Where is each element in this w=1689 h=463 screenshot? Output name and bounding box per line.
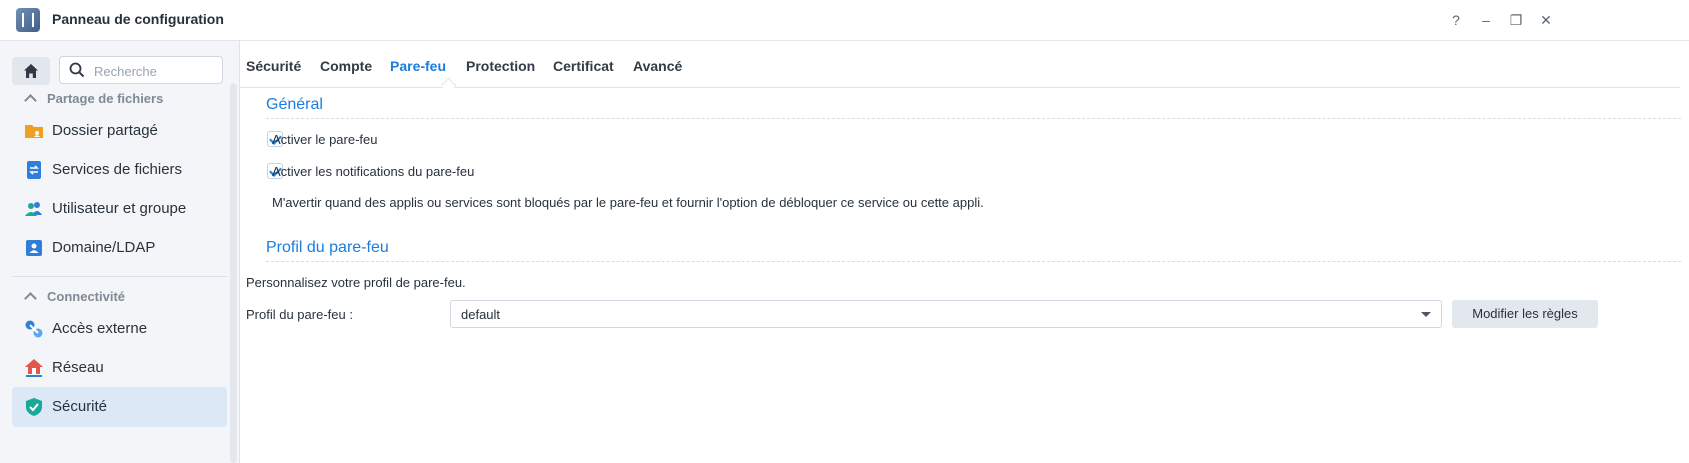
sidebar-item-label: Accès externe	[52, 320, 148, 337]
sidebar-item-security[interactable]: Sécurité	[12, 387, 227, 427]
sidebar-item-file-services[interactable]: Services de fichiers	[12, 150, 227, 190]
sidebar-item-network[interactable]: Réseau	[12, 348, 227, 388]
home-icon	[24, 64, 38, 78]
main-panel: Sécurité Compte Pare-feu Protection Cert…	[240, 41, 1689, 463]
section-title: Connectivité	[47, 289, 126, 304]
search-input[interactable]	[92, 61, 220, 81]
sidebar-item-label: Utilisateur et groupe	[52, 200, 187, 217]
profile-field-label: Profil du pare-feu :	[246, 307, 353, 322]
section-divider	[266, 261, 1681, 262]
chevron-up-icon	[24, 292, 37, 305]
home-button[interactable]	[12, 57, 50, 85]
sidebar-scrollbar[interactable]	[230, 83, 237, 463]
profile-section-title: Profil du pare-feu	[266, 239, 389, 256]
active-tab-indicator	[440, 77, 457, 94]
sidebar-item-label: Réseau	[52, 359, 104, 376]
search-icon	[69, 62, 85, 78]
sidebar-item-domain-ldap[interactable]: Domaine/LDAP	[12, 228, 227, 268]
close-button[interactable]: ✕	[1536, 10, 1556, 30]
sidebar: Partage de fichiers Dossier partagé Serv…	[0, 41, 240, 463]
search-field[interactable]	[59, 56, 223, 84]
control-panel-app-icon	[16, 8, 40, 32]
sidebar-divider	[12, 276, 227, 277]
sidebar-item-label: Services de fichiers	[52, 161, 183, 178]
title-bar: Panneau de configuration ? – ❐ ✕	[0, 0, 1689, 41]
enable-firewall-text: Activer le pare-feu	[272, 132, 378, 147]
security-shield-icon	[26, 398, 42, 416]
tab-account[interactable]: Compte	[320, 58, 372, 74]
network-house-icon	[25, 359, 43, 377]
tab-bar: Sécurité Compte Pare-feu Protection Cert…	[240, 41, 1680, 94]
control-panel-window: Panneau de configuration ? – ❐ ✕ Partage…	[0, 0, 1689, 463]
restore-button[interactable]: ❐	[1506, 10, 1526, 30]
external-access-icon	[25, 320, 43, 338]
tab-firewall[interactable]: Pare-feu	[390, 58, 446, 74]
window-title: Panneau de configuration	[52, 11, 224, 27]
notifications-description: M'avertir quand des applis ou services s…	[272, 195, 984, 210]
firewall-profile-value: default	[461, 307, 501, 322]
tab-certificate[interactable]: Certificat	[553, 58, 614, 74]
chevron-up-icon	[24, 94, 37, 107]
tab-advanced[interactable]: Avancé	[633, 58, 682, 74]
general-section-title: Général	[266, 96, 323, 113]
sidebar-item-shared-folder[interactable]: Dossier partagé	[12, 111, 227, 151]
enable-notifications-text: Activer les notifications du pare-feu	[272, 164, 475, 179]
help-button[interactable]: ?	[1446, 10, 1466, 30]
chevron-down-icon	[1421, 312, 1431, 317]
firewall-profile-select[interactable]: default	[450, 300, 1442, 328]
sidebar-item-user-group[interactable]: Utilisateur et groupe	[12, 189, 227, 229]
shared-folder-icon	[25, 125, 43, 138]
sidebar-item-label: Domaine/LDAP	[52, 239, 156, 256]
section-file-sharing[interactable]: Partage de fichiers	[24, 91, 164, 107]
file-services-icon	[27, 161, 41, 179]
sidebar-item-label: Dossier partagé	[52, 122, 158, 139]
tab-protection[interactable]: Protection	[466, 58, 535, 74]
section-connectivity[interactable]: Connectivité	[24, 289, 126, 305]
domain-ldap-icon	[26, 240, 42, 256]
minimize-button[interactable]: –	[1476, 10, 1496, 30]
profile-description: Personnalisez votre profil de pare-feu.	[246, 275, 466, 290]
edit-rules-button[interactable]: Modifier les règles	[1452, 300, 1598, 328]
tab-security[interactable]: Sécurité	[246, 58, 301, 74]
user-group-icon	[25, 202, 42, 216]
sidebar-item-external-access[interactable]: Accès externe	[12, 309, 227, 349]
section-divider	[266, 118, 1681, 119]
section-title: Partage de fichiers	[47, 91, 164, 106]
sidebar-item-label: Sécurité	[52, 398, 108, 415]
